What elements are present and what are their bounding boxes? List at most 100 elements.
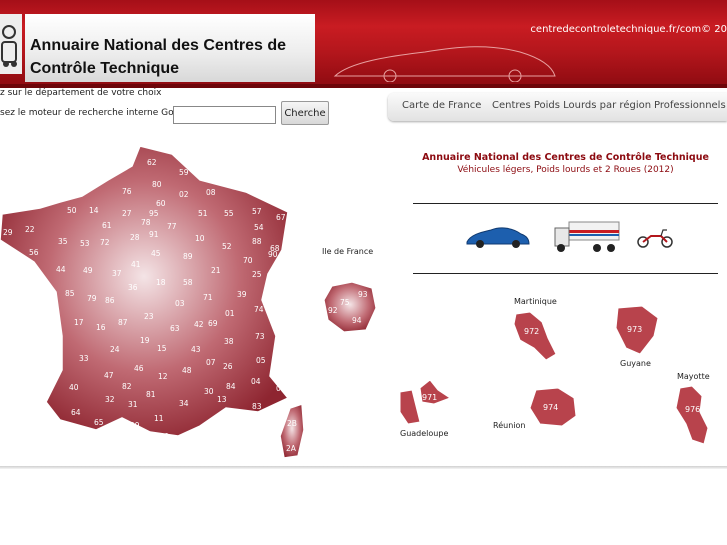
- idf-department-94[interactable]: 94: [352, 316, 362, 325]
- department-06[interactable]: 06: [276, 384, 286, 393]
- department-11[interactable]: 11: [154, 414, 164, 423]
- department-27[interactable]: 27: [122, 209, 132, 218]
- department-72[interactable]: 72: [100, 238, 110, 247]
- tab-carte-de-france[interactable]: Carte de France: [402, 100, 481, 111]
- department-43[interactable]: 43: [191, 345, 201, 354]
- department-78[interactable]: 78: [141, 218, 151, 227]
- department-64[interactable]: 64: [71, 408, 81, 417]
- department-54[interactable]: 54: [254, 223, 264, 232]
- department-13[interactable]: 13: [217, 395, 227, 404]
- mayotte-map[interactable]: 976: [674, 384, 712, 448]
- department-82[interactable]: 82: [122, 382, 132, 391]
- department-76[interactable]: 76: [122, 187, 132, 196]
- department-55[interactable]: 55: [224, 209, 234, 218]
- department-52[interactable]: 52: [222, 242, 232, 251]
- department-22[interactable]: 22: [25, 225, 35, 234]
- department-39[interactable]: 39: [237, 290, 247, 299]
- department-37[interactable]: 37: [112, 269, 122, 278]
- department-70[interactable]: 70: [243, 256, 253, 265]
- department-53[interactable]: 53: [80, 239, 90, 248]
- department-29[interactable]: 29: [3, 228, 13, 237]
- department-2B[interactable]: 2B: [287, 419, 297, 428]
- department-49[interactable]: 49: [83, 266, 93, 275]
- department-56[interactable]: 56: [29, 248, 39, 257]
- department-63[interactable]: 63: [170, 324, 180, 333]
- department-84[interactable]: 84: [226, 382, 236, 391]
- department-85[interactable]: 85: [65, 289, 75, 298]
- department-90[interactable]: 90: [268, 250, 278, 259]
- guyane-map[interactable]: 973: [614, 304, 660, 356]
- department-25[interactable]: 25: [252, 270, 262, 279]
- department-28[interactable]: 28: [130, 233, 140, 242]
- department-71[interactable]: 71: [203, 293, 213, 302]
- department-05[interactable]: 05: [256, 356, 266, 365]
- department-14[interactable]: 14: [89, 206, 99, 215]
- department-45[interactable]: 45: [151, 249, 161, 258]
- department-58[interactable]: 58: [183, 278, 193, 287]
- department-36[interactable]: 36: [128, 283, 138, 292]
- department-74[interactable]: 74: [254, 305, 264, 314]
- department-35[interactable]: 35: [58, 237, 68, 246]
- idf-department-92[interactable]: 92: [328, 306, 338, 315]
- car-icon[interactable]: [465, 224, 531, 250]
- department-87[interactable]: 87: [118, 318, 128, 327]
- scooter-icon[interactable]: [637, 228, 673, 248]
- department-02[interactable]: 02: [179, 190, 189, 199]
- department-01[interactable]: 01: [225, 309, 235, 318]
- department-73[interactable]: 73: [255, 332, 265, 341]
- idf-department-93[interactable]: 93: [358, 290, 368, 299]
- department-21[interactable]: 21: [211, 266, 221, 275]
- department-66[interactable]: 66: [159, 432, 169, 441]
- department-62[interactable]: 62: [147, 158, 157, 167]
- department-48[interactable]: 48: [182, 366, 192, 375]
- department-50[interactable]: 50: [67, 206, 77, 215]
- department-24[interactable]: 24: [110, 345, 120, 354]
- department-81[interactable]: 81: [146, 390, 156, 399]
- reunion-map[interactable]: 974: [528, 386, 578, 428]
- department-12[interactable]: 12: [158, 372, 168, 381]
- department-41[interactable]: 41: [131, 260, 141, 269]
- department-03[interactable]: 03: [175, 299, 185, 308]
- department-51[interactable]: 51: [198, 209, 208, 218]
- tab-poids-lourds[interactable]: Centres Poids Lourds par région: [492, 100, 651, 111]
- tab-professionnels[interactable]: Professionnels: [654, 100, 726, 111]
- department-08[interactable]: 08: [206, 188, 216, 197]
- department-15[interactable]: 15: [157, 344, 167, 353]
- department-88[interactable]: 88: [252, 237, 262, 246]
- department-69[interactable]: 69: [208, 319, 218, 328]
- idf-department-75[interactable]: 75: [340, 298, 350, 307]
- ile-de-france-map[interactable]: 93 7592 94: [322, 280, 378, 336]
- guadeloupe-map[interactable]: 971: [398, 378, 452, 426]
- department-31[interactable]: 31: [128, 400, 138, 409]
- department-65[interactable]: 65: [94, 418, 104, 427]
- department-95[interactable]: 95: [149, 209, 159, 218]
- department-18[interactable]: 18: [156, 278, 166, 287]
- department-59[interactable]: 59: [179, 168, 189, 177]
- department-86[interactable]: 86: [105, 296, 115, 305]
- department-34[interactable]: 34: [179, 399, 189, 408]
- department-46[interactable]: 46: [134, 364, 144, 373]
- department-57[interactable]: 57: [252, 207, 262, 216]
- department-89[interactable]: 89: [183, 252, 193, 261]
- department-67[interactable]: 67: [276, 213, 286, 222]
- department-44[interactable]: 44: [56, 265, 66, 274]
- department-33[interactable]: 33: [79, 354, 89, 363]
- department-07[interactable]: 07: [206, 358, 216, 367]
- truck-icon[interactable]: [553, 218, 621, 254]
- department-42[interactable]: 42: [194, 320, 204, 329]
- department-10[interactable]: 10: [195, 234, 205, 243]
- department-09[interactable]: 09: [130, 421, 140, 430]
- department-16[interactable]: 16: [96, 323, 106, 332]
- department-79[interactable]: 79: [87, 294, 97, 303]
- department-19[interactable]: 19: [140, 336, 150, 345]
- department-77[interactable]: 77: [167, 222, 177, 231]
- department-47[interactable]: 47: [104, 371, 114, 380]
- department-83[interactable]: 83: [252, 402, 262, 411]
- department-40[interactable]: 40: [69, 383, 79, 392]
- department-91[interactable]: 91: [149, 230, 159, 239]
- department-61[interactable]: 61: [102, 221, 112, 230]
- department-30[interactable]: 30: [204, 387, 214, 396]
- department-26[interactable]: 26: [223, 362, 233, 371]
- department-04[interactable]: 04: [251, 377, 261, 386]
- department-32[interactable]: 32: [105, 395, 115, 404]
